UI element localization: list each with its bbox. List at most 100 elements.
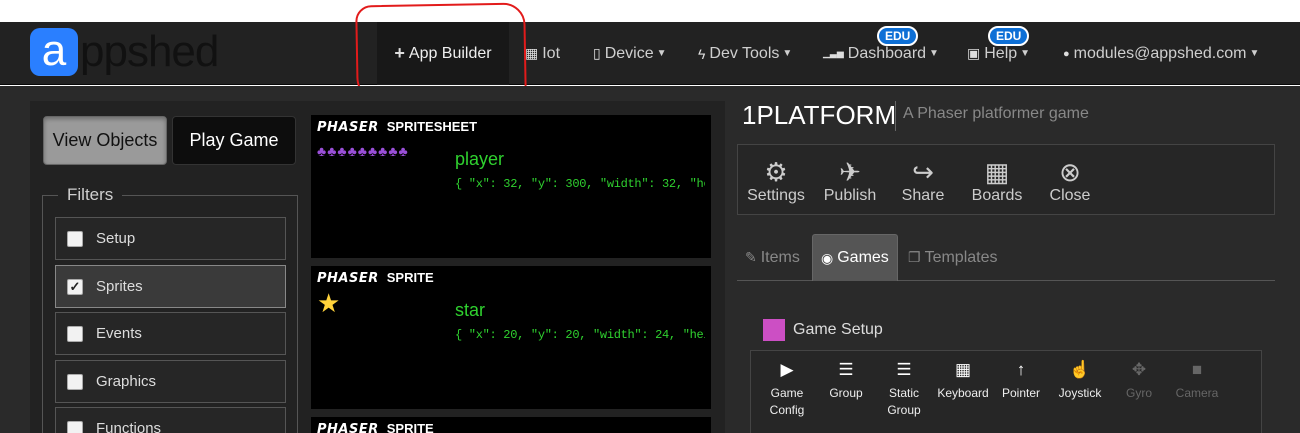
nav-device[interactable]: ▯ Device ▼ <box>593 22 667 85</box>
group-button[interactable]: ☰ Group <box>816 361 876 402</box>
button-label: Group <box>829 386 863 400</box>
filter-label: Sprites <box>96 278 143 295</box>
edit-icon: ✎ <box>745 249 757 265</box>
nav-label: modules@appshed.com <box>1073 44 1247 62</box>
view-objects-button[interactable]: View Objects <box>43 116 167 165</box>
button-label-line2: Config <box>769 403 805 417</box>
object-card-star[interactable]: PHASER SPRITE ★ star { "x": 20, "y": 20, … <box>311 266 711 409</box>
tab-games[interactable]: ◉ Games <box>812 234 898 281</box>
nav-label: Device <box>604 44 654 62</box>
button-label-line2: Group <box>887 403 921 417</box>
card-kind: SPRITE <box>386 270 434 285</box>
close-icon: ⊗ <box>1059 157 1081 187</box>
card-json: { "x": 20, "y": 20, "width": 24, "height… <box>455 328 705 342</box>
list-icon: ☰ <box>896 360 912 379</box>
nav-dev-tools[interactable]: ϟ Dev Tools ▼ <box>698 22 792 85</box>
copy-icon: ❐ <box>908 249 921 265</box>
board-icon: ▦ <box>984 157 1010 187</box>
tool-label: Settings <box>747 187 805 204</box>
filters-title: Filters <box>58 185 123 205</box>
share-icon: ↪ <box>912 157 934 187</box>
play-game-button[interactable]: Play Game <box>172 116 296 165</box>
object-card[interactable]: PHASER SPRITE <box>311 417 711 433</box>
joystick-button[interactable]: ☝ Joystick <box>1050 361 1110 402</box>
tab-label: Items <box>760 248 800 266</box>
tab-templates[interactable]: ❐ Templates <box>908 234 997 281</box>
filter-label: Functions <box>96 420 162 433</box>
filter-functions[interactable]: Functions <box>55 407 286 433</box>
filter-label: Setup <box>96 230 136 247</box>
close-button[interactable]: ⊗ Close <box>1040 145 1100 216</box>
gears-icon: ⚙ <box>764 157 788 187</box>
button-label: Keyboard <box>937 386 989 400</box>
button-label: Pointer <box>1001 386 1041 400</box>
camera-button[interactable]: ■ Camera <box>1167 361 1227 402</box>
nav-user[interactable]: ● modules@appshed.com ▼ <box>1063 22 1259 85</box>
nav-label: Dashboard <box>847 44 927 62</box>
app-subtitle: A Phaser platformer game <box>903 105 1089 122</box>
app-title: 1PLATFORM <box>742 100 897 130</box>
appshed-logo[interactable]: a ppshed <box>30 27 219 76</box>
game-setup-label: Game Setup <box>793 321 883 338</box>
publish-button[interactable]: ✈ Publish <box>820 145 880 216</box>
game-setup-panel: ▶ Game Config ☰ Group ☰ Static Group ▦ K… <box>750 350 1262 433</box>
filter-events[interactable]: Events <box>55 312 286 355</box>
arrows-icon: ✥ <box>1131 360 1147 379</box>
checkbox[interactable] <box>67 420 83 433</box>
spritesheet-thumbnail-icon: ♣♣♣♣♣♣♣♣♣ <box>317 143 409 159</box>
filter-setup[interactable]: Setup <box>55 217 286 260</box>
keyboard-button[interactable]: ▦ Keyboard <box>933 361 993 402</box>
share-button[interactable]: ↪ Share <box>893 145 953 216</box>
checkbox[interactable] <box>67 230 83 247</box>
card-name: star <box>455 300 486 320</box>
button-label: Static <box>888 386 919 400</box>
app-toolbar: ⚙ Settings ✈ Publish ↪ Share ▦ Boards ⊗ … <box>737 144 1275 215</box>
settings-button[interactable]: ⚙ Settings <box>746 145 806 216</box>
chip-icon: ▦ <box>525 45 539 61</box>
tool-label: Share <box>901 187 945 204</box>
filter-label: Graphics <box>96 373 157 390</box>
nav-iot[interactable]: ▦ Iot <box>525 22 560 85</box>
edu-badge: EDU <box>988 26 1030 46</box>
logo-text: ppshed <box>80 27 219 76</box>
nav-label: Dev Tools <box>709 44 780 62</box>
static-group-button[interactable]: ☰ Static Group <box>874 361 934 419</box>
pointer-button[interactable]: ↑ Pointer <box>991 361 1051 402</box>
gyro-button[interactable]: ✥ Gyro <box>1109 361 1169 402</box>
button-label: Camera <box>1175 386 1219 400</box>
checkbox-checked[interactable]: ✓ <box>67 278 83 295</box>
caret-down-icon: ▼ <box>656 48 667 59</box>
edu-badge: EDU <box>877 26 919 46</box>
bolt-icon: ϟ <box>698 45 706 62</box>
button-label: Game <box>770 386 804 400</box>
tab-items[interactable]: ✎ Items <box>745 234 800 281</box>
button-label: Gyro <box>1125 386 1152 400</box>
phaser-logo: PHASER <box>317 422 379 433</box>
signal-icon: ▁▃▅ <box>823 48 844 58</box>
nav-label: Iot <box>542 44 561 62</box>
card-kind: SPRITE <box>386 421 434 433</box>
tabs-bar: ✎ Items ◉ Games ❐ Templates <box>737 234 1275 281</box>
filter-sprites[interactable]: ✓ Sprites <box>55 265 286 308</box>
list-icon: ☰ <box>838 360 854 379</box>
boards-button[interactable]: ▦ Boards <box>966 145 1028 216</box>
object-card-player[interactable]: PHASER SPRITESHEET ♣♣♣♣♣♣♣♣♣ player { "x"… <box>311 115 711 258</box>
caret-down-icon: ▼ <box>782 48 793 59</box>
checkbox[interactable] <box>67 325 83 342</box>
card-name: player <box>455 149 505 169</box>
game-setup-color-swatch <box>763 319 785 341</box>
tool-label: Publish <box>823 187 877 204</box>
tool-label: Close <box>1049 187 1091 204</box>
checkbox[interactable] <box>67 373 83 390</box>
game-config-button[interactable]: ▶ Game Config <box>757 361 817 419</box>
navbar: a ppshed + App Builder ▦ Iot ▯ Device ▼ … <box>0 22 1300 85</box>
card-kind: SPRITESHEET <box>386 119 478 134</box>
button-label: Joystick <box>1058 386 1102 400</box>
phaser-logo: PHASER <box>317 120 379 135</box>
top-strip <box>0 0 1300 22</box>
play-circle-icon: ▶ <box>780 360 794 379</box>
mobile-icon: ▯ <box>593 45 601 61</box>
card-header: PHASER SPRITE <box>317 270 434 286</box>
filter-graphics[interactable]: Graphics <box>55 360 286 403</box>
logo-letter: a <box>30 28 78 76</box>
